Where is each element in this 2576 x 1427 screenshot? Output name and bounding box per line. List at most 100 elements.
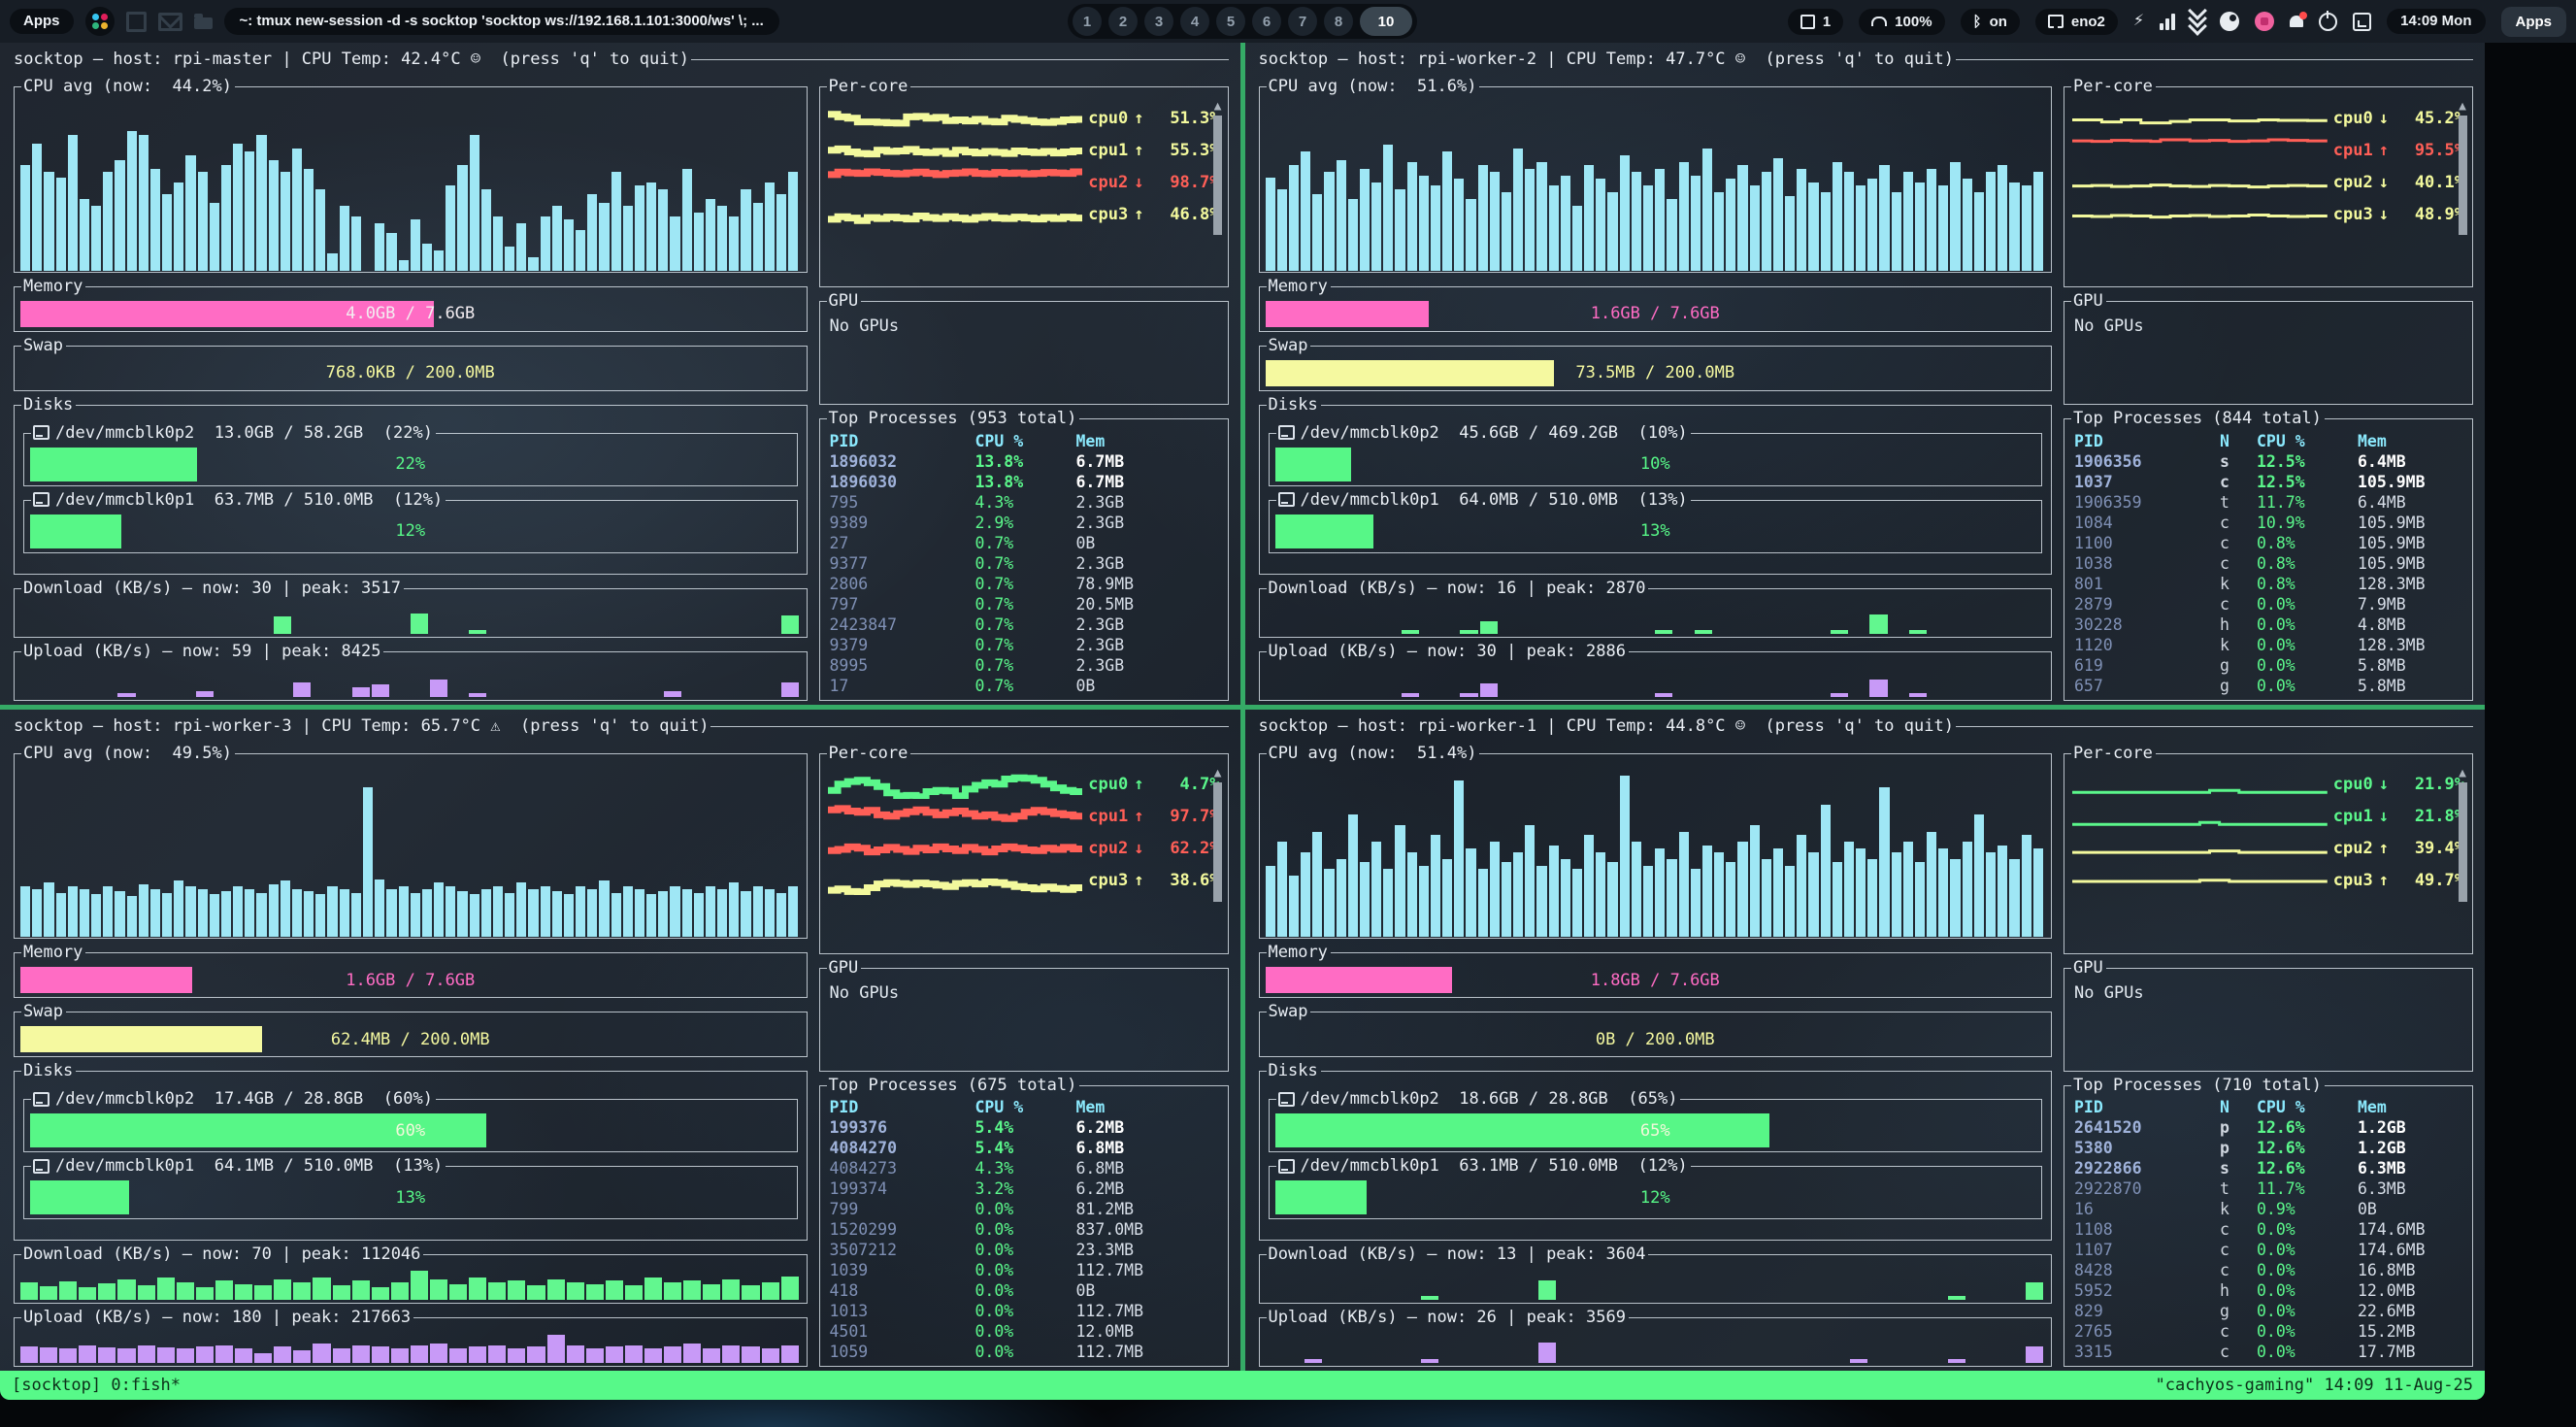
- core-name: cpu3: [2333, 871, 2373, 890]
- process-cell: 0.0%: [975, 1322, 1076, 1341]
- cpu-avg-panel-label-text: CPU avg (now: 44.2%): [23, 76, 232, 97]
- workspace-indicator[interactable]: 1: [1788, 9, 1843, 35]
- socktop-pane-2[interactable]: socktop — host: rpi-worker-3 | CPU Temp:…: [0, 710, 1240, 1372]
- clock[interactable]: 14:09 Mon: [2387, 9, 2485, 34]
- cpu-history-bar: [399, 886, 409, 937]
- workspace-5[interactable]: 5: [1216, 7, 1245, 36]
- cpu-history-bar: [741, 891, 750, 937]
- memory-panel-label-text: Memory: [23, 942, 83, 963]
- panel-border: [1691, 1166, 2034, 1177]
- app-grid-icon[interactable]: [85, 7, 115, 36]
- per-core-scrollbar[interactable]: ▲: [2455, 100, 2470, 282]
- folder-icon[interactable]: [194, 17, 213, 29]
- upload-bar: [508, 1348, 525, 1363]
- scroll-up-icon[interactable]: ▲: [2459, 100, 2466, 114]
- scroll-up-icon[interactable]: ▲: [2459, 767, 2466, 780]
- power-icon[interactable]: [2319, 13, 2337, 31]
- process-cell: 128.3MB: [2358, 575, 2462, 593]
- core-name: cpu2: [1088, 839, 1128, 858]
- disk-item-1-body: 13%: [23, 1177, 798, 1219]
- process-row: 1107c0.0%174.6MB2.24%: [2074, 1240, 2462, 1260]
- upload-bar: [449, 1348, 467, 1363]
- scroll-up-icon[interactable]: ▲: [1214, 767, 1222, 780]
- workspace-3[interactable]: 3: [1144, 7, 1173, 36]
- disk-icon: [1278, 1159, 1295, 1174]
- process-cell: c: [2220, 514, 2257, 532]
- panel-border: [1269, 1099, 1276, 1110]
- window-title[interactable]: ~: tmux new-session -d -s socktop 'sockt…: [224, 8, 779, 35]
- bell-icon[interactable]: [2290, 16, 2303, 27]
- cpu-history-bar: [1371, 842, 1381, 937]
- panel-border: [383, 651, 799, 662]
- scrollbar-thumb[interactable]: [2459, 782, 2467, 902]
- download-panel-label-text: Download (KB/s) — now: 70 | peak: 112046: [23, 1244, 420, 1265]
- network-indicator[interactable]: eno2: [2035, 9, 2118, 35]
- panel-border: [1259, 1071, 1267, 1081]
- process-cell: 0.7%: [975, 677, 1076, 695]
- bolt-icon[interactable]: ⚡: [2133, 14, 2144, 29]
- download-bar: [1460, 630, 1477, 634]
- history-icon[interactable]: [2353, 13, 2371, 31]
- panel-border: [2044, 952, 2052, 963]
- bluetooth-indicator[interactable]: ᛒ on: [1961, 9, 2020, 35]
- scroll-up-icon[interactable]: ▲: [1214, 100, 1222, 114]
- socktop-pane-1[interactable]: socktop — host: rpi-worker-2 | CPU Temp:…: [1245, 43, 2486, 705]
- download-panel-body: [14, 599, 808, 638]
- cpu-history-bar: [269, 160, 279, 270]
- download-bar: [235, 1284, 252, 1300]
- memory-panel-body: 4.0GB / 7.6GB: [14, 297, 808, 332]
- panel-border: [2156, 86, 2465, 97]
- pane-title-text: socktop — host: rpi-master | CPU Temp: 4…: [14, 47, 689, 73]
- cpu-history-bar: [1289, 876, 1299, 937]
- process-row: 7954.3%2.3GB30.64%: [830, 492, 1218, 513]
- disk-item-0-title-row: /dev/mmcblk0p2 17.4GB / 28.8GB (60%): [23, 1088, 798, 1110]
- process-cell: 1906356: [2074, 452, 2220, 471]
- apps-button-right[interactable]: Apps: [2501, 7, 2567, 37]
- per-core-scrollbar[interactable]: ▲: [1210, 767, 1226, 948]
- workspace-4[interactable]: 4: [1180, 7, 1209, 36]
- workspace-10[interactable]: 10: [1360, 7, 1412, 36]
- panel-border: [800, 286, 808, 297]
- volume-indicator[interactable]: 100%: [1859, 9, 1944, 35]
- disk-item-1-body: 12%: [1269, 1177, 2043, 1219]
- mail-icon[interactable]: [158, 13, 182, 31]
- cpu-history-bar: [198, 172, 208, 270]
- core-row-cpu3: cpu3↑46.8%: [828, 198, 1220, 230]
- workspace-7[interactable]: 7: [1288, 7, 1317, 36]
- window-icon[interactable]: [126, 12, 147, 32]
- workspace-8[interactable]: 8: [1324, 7, 1353, 36]
- cpu-history-bar: [717, 889, 727, 937]
- disks-panel-label-text: Disks: [23, 394, 73, 415]
- cpu-history-bar: [576, 230, 585, 271]
- per-core-scrollbar[interactable]: ▲: [1210, 100, 1226, 282]
- socktop-pane-0[interactable]: socktop — host: rpi-master | CPU Temp: 4…: [0, 43, 1240, 705]
- workspace-2[interactable]: 2: [1108, 7, 1138, 36]
- scrollbar-thumb[interactable]: [1213, 782, 1222, 902]
- gpu-panel-body: No GPUs: [2064, 312, 2473, 405]
- slack-icon[interactable]: [2255, 12, 2274, 31]
- steam-icon[interactable]: [2220, 12, 2239, 31]
- cpu-history-bar: [233, 144, 243, 271]
- top-processes-panel-label-text: Top Processes (953 total): [829, 408, 1077, 429]
- download-bar: [138, 1285, 155, 1300]
- workspace-6[interactable]: 6: [1252, 7, 1281, 36]
- apps-button[interactable]: Apps: [10, 9, 74, 34]
- layers-icon[interactable]: [2191, 11, 2204, 33]
- process-cell: 15.2MB: [2358, 1322, 2462, 1341]
- cpu-history-bar: [2022, 835, 2031, 937]
- memory-panel-body: 1.6GB / 7.6GB: [1259, 297, 2053, 332]
- cpu-history-bar: [1502, 862, 1511, 937]
- scrollbar-thumb[interactable]: [2459, 116, 2467, 235]
- socktop-pane-3[interactable]: socktop — host: rpi-worker-1 | CPU Temp:…: [1245, 710, 2486, 1372]
- disks-panel-body: /dev/mmcblk0p2 45.6GB / 469.2GB (10%)10%…: [1259, 415, 2053, 575]
- cpu-history-bar: [1773, 848, 1783, 937]
- process-cell: 0.0%: [2257, 1322, 2358, 1341]
- download-bar: [683, 1280, 701, 1300]
- upload-bar: [1655, 693, 1672, 697]
- per-core-scrollbar[interactable]: ▲: [2455, 767, 2470, 948]
- tmux-status-left[interactable]: [socktop] 0:fish*: [12, 1371, 181, 1400]
- cpu-history-bar: [1407, 162, 1417, 271]
- workspace-1[interactable]: 1: [1073, 7, 1102, 36]
- scrollbar-thumb[interactable]: [1213, 116, 1222, 235]
- signal-bars-icon[interactable]: [2160, 13, 2175, 30]
